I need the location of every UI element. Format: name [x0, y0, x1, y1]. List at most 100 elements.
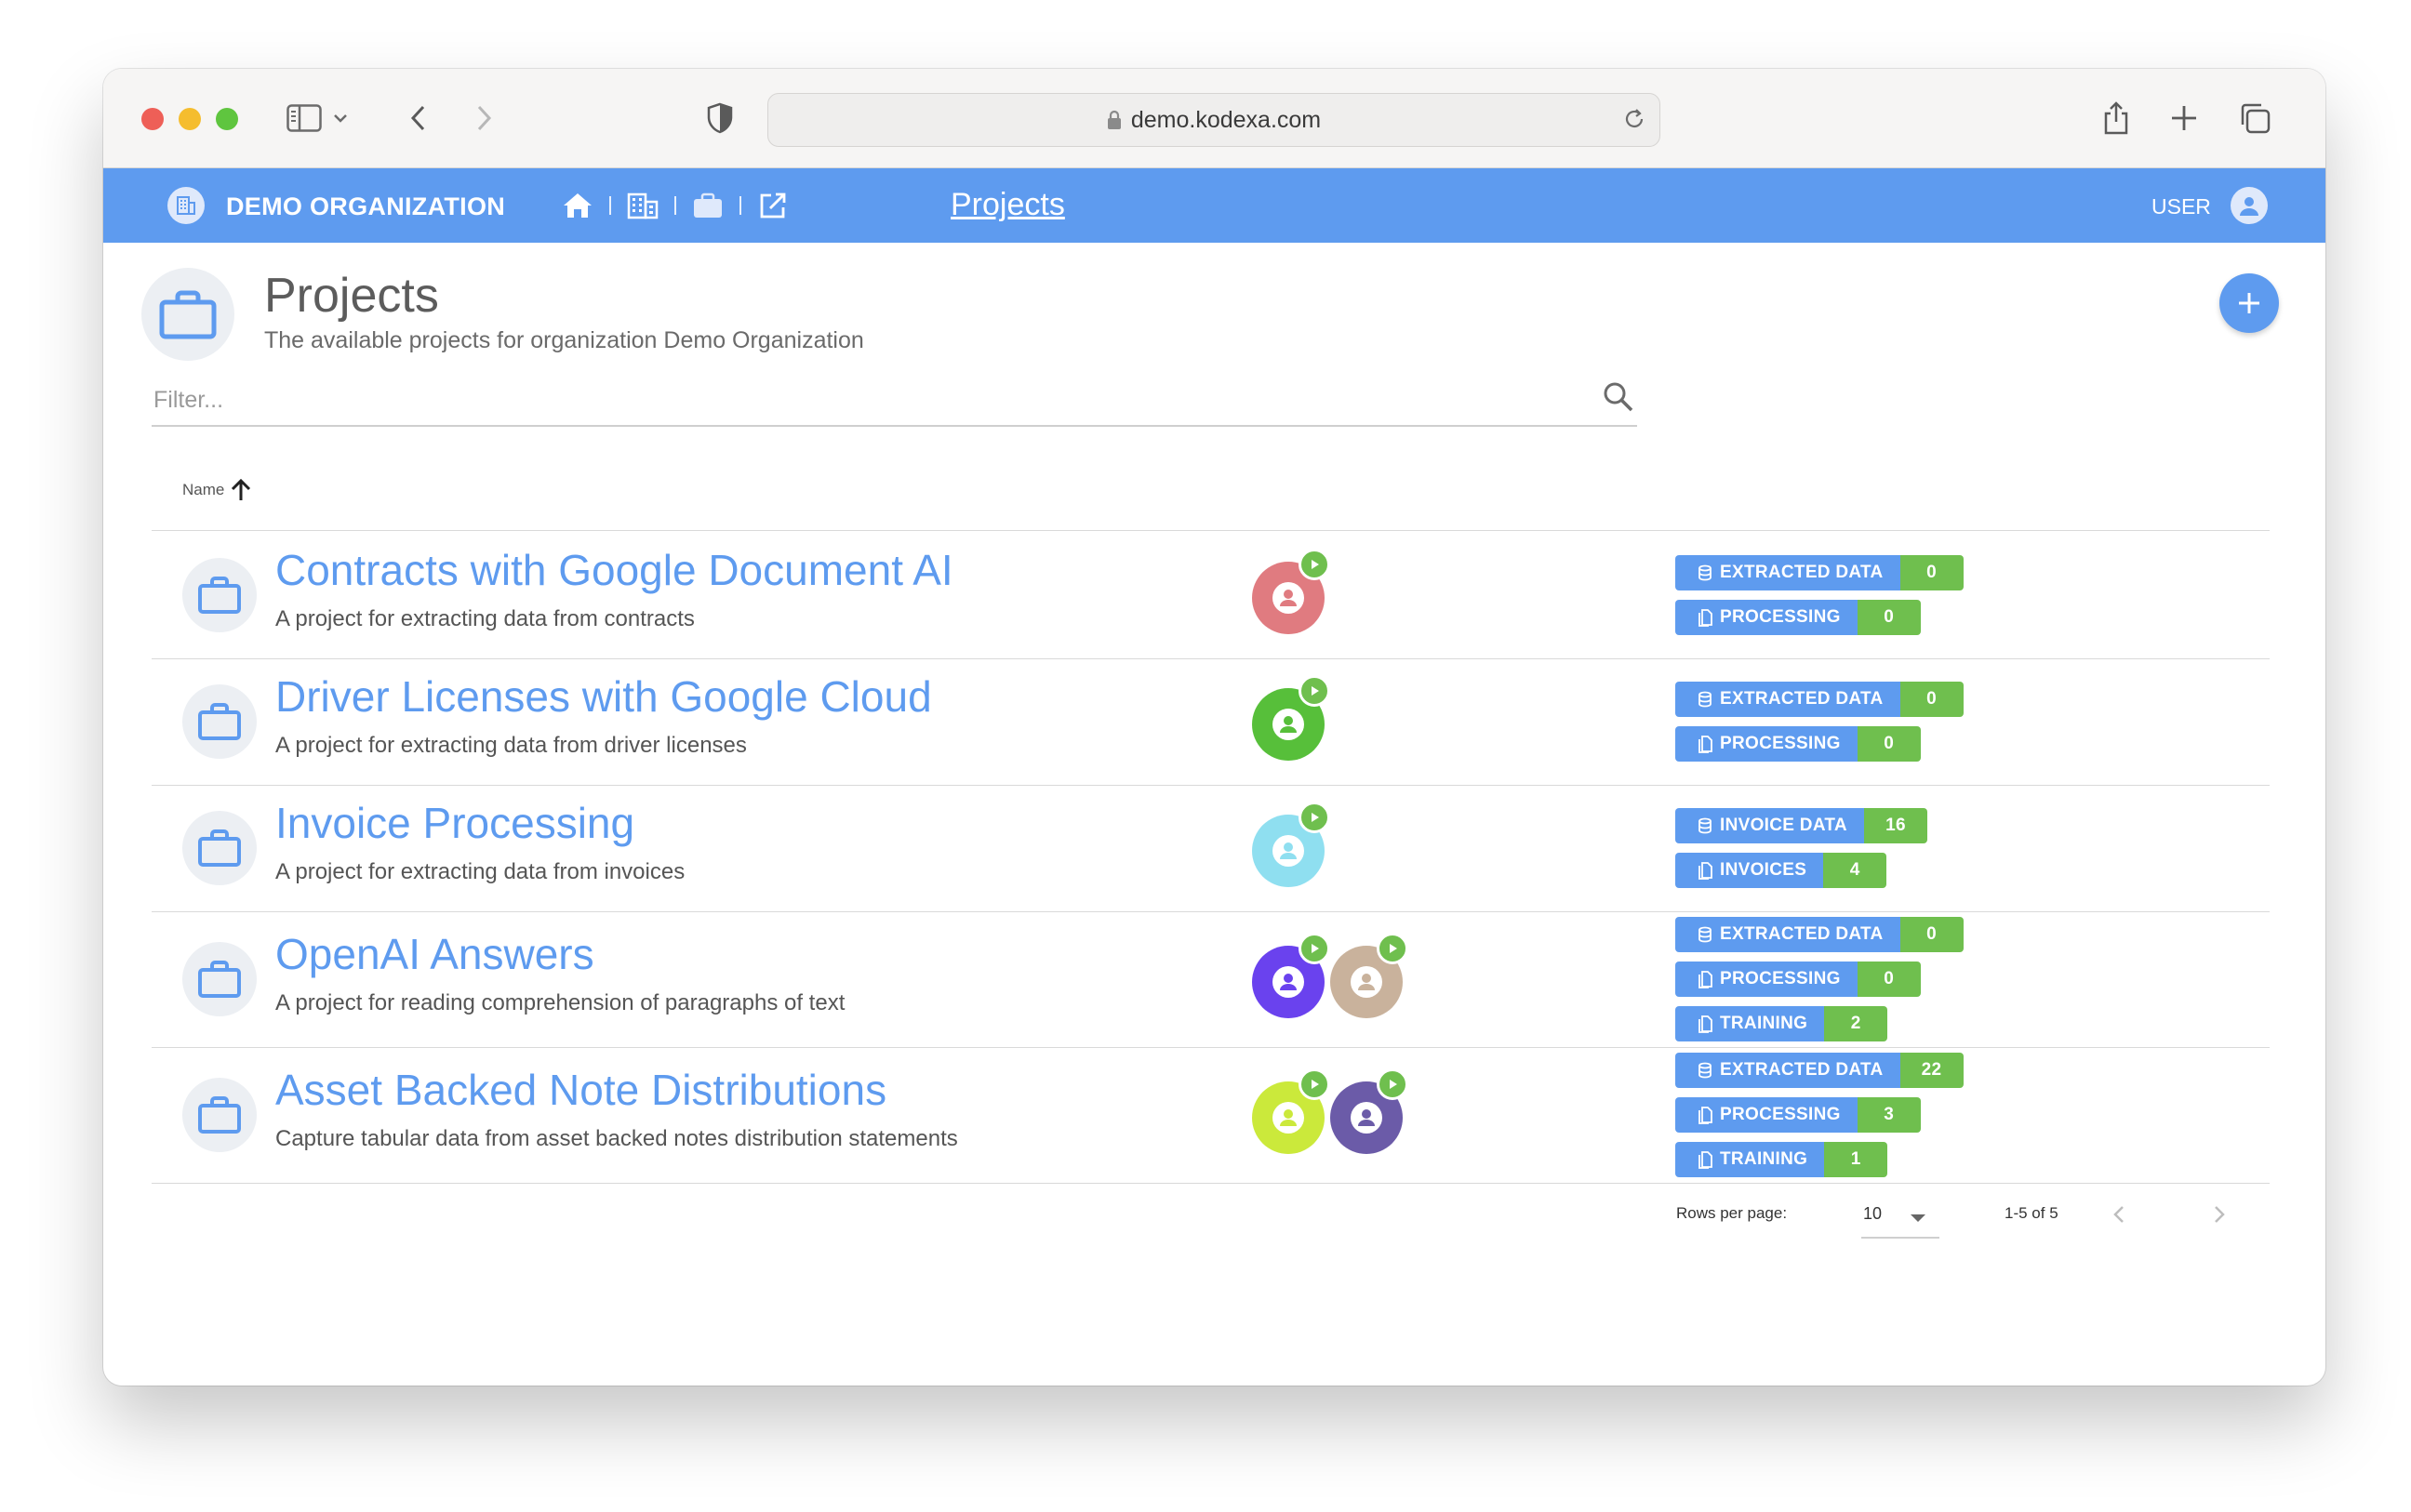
play-assistant-icon[interactable]	[1377, 933, 1408, 964]
store-count-badge[interactable]: INVOICES 4	[1675, 853, 1887, 888]
projects-header-icon	[141, 268, 234, 361]
chevron-down-icon[interactable]	[329, 97, 352, 139]
store-count-badge[interactable]: TRAINING 2	[1675, 1006, 1888, 1041]
briefcase-icon[interactable]	[689, 187, 726, 224]
badge-text: INVOICE DATA	[1720, 816, 1847, 835]
play-assistant-icon[interactable]	[1299, 933, 1330, 964]
store-count-badge[interactable]: PROCESSING 3	[1675, 1097, 1921, 1133]
search-icon[interactable]	[1602, 380, 1635, 418]
play-assistant-icon[interactable]	[1299, 1068, 1330, 1100]
browser-toolbar: demo.kodexa.com	[103, 69, 2325, 168]
project-title-link[interactable]: Driver Licenses with Google Cloud	[275, 671, 932, 722]
rows-per-page-label: Rows per page:	[1676, 1204, 1788, 1222]
store-count-badge[interactable]: PROCESSING 0	[1675, 726, 1921, 762]
back-icon[interactable]	[397, 97, 440, 139]
store-count-badge[interactable]: EXTRACTED DATA 0	[1675, 682, 1964, 717]
project-row[interactable]: Contracts with Google Document AI A proje…	[152, 532, 2270, 659]
store-count-badge[interactable]: EXTRACTED DATA 22	[1675, 1053, 1964, 1088]
badge-label: PROCESSING	[1675, 1097, 1858, 1133]
store-count-badge[interactable]: EXTRACTED DATA 0	[1675, 555, 1964, 590]
badge-count: 2	[1824, 1006, 1888, 1041]
badge-text: PROCESSING	[1720, 969, 1841, 988]
project-row[interactable]: Driver Licenses with Google Cloud A proje…	[152, 658, 2270, 786]
app-title-link[interactable]: Projects	[951, 187, 1065, 223]
reload-icon[interactable]	[1622, 107, 1646, 136]
badge-label: PROCESSING	[1675, 726, 1858, 762]
close-window-button[interactable]	[141, 108, 164, 130]
briefcase-icon	[182, 558, 257, 632]
badge-text: TRAINING	[1720, 1149, 1808, 1169]
store-count-badge[interactable]: EXTRACTED DATA 0	[1675, 917, 1964, 952]
external-link-icon[interactable]	[754, 187, 792, 224]
previous-page-icon[interactable]	[2100, 1196, 2138, 1233]
badge-label: INVOICES	[1675, 853, 1824, 888]
project-description: A project for reading comprehension of p…	[275, 990, 846, 1015]
add-project-button[interactable]	[2219, 273, 2279, 333]
document-icon	[1698, 861, 1712, 880]
organization-name[interactable]: DEMO ORGANIZATION	[226, 192, 505, 221]
caret-down-icon	[1910, 1211, 1926, 1227]
name-column-header[interactable]: Name	[182, 478, 252, 502]
sort-ascending-icon	[232, 478, 251, 500]
nav-divider	[739, 196, 741, 215]
address-bar[interactable]: demo.kodexa.com	[767, 93, 1660, 147]
organization-icon[interactable]	[167, 187, 205, 224]
badge-text: PROCESSING	[1720, 1105, 1841, 1124]
new-tab-icon[interactable]	[2163, 97, 2205, 139]
app-nav	[559, 187, 792, 224]
user-menu-label[interactable]: USER	[2151, 194, 2211, 219]
project-row[interactable]: Invoice Processing A project for extracti…	[152, 785, 2270, 912]
project-title-link[interactable]: OpenAI Answers	[275, 929, 594, 979]
next-page-icon[interactable]	[2201, 1196, 2238, 1233]
play-assistant-icon[interactable]	[1299, 675, 1330, 707]
share-icon[interactable]	[2095, 97, 2138, 139]
badge-count: 0	[1899, 917, 1964, 952]
building-icon[interactable]	[624, 187, 661, 224]
badge-count: 0	[1899, 682, 1964, 717]
badge-label: EXTRACTED DATA	[1675, 917, 1900, 952]
store-count-badge[interactable]: PROCESSING 0	[1675, 962, 1921, 997]
play-assistant-icon[interactable]	[1299, 802, 1330, 833]
project-row[interactable]: Asset Backed Note Distributions Capture t…	[152, 1047, 2270, 1184]
project-description: A project for extracting data from drive…	[275, 733, 747, 758]
document-icon	[1698, 1106, 1712, 1124]
badge-count: 0	[1899, 555, 1964, 590]
project-description: Capture tabular data from asset backed n…	[275, 1126, 958, 1151]
badge-text: EXTRACTED DATA	[1720, 563, 1884, 582]
user-avatar-icon[interactable]	[2231, 187, 2268, 224]
play-assistant-icon[interactable]	[1377, 1068, 1408, 1100]
project-title-link[interactable]: Invoice Processing	[275, 798, 634, 848]
forward-icon[interactable]	[462, 97, 505, 139]
store-count-badge[interactable]: INVOICE DATA 16	[1675, 808, 1927, 843]
rows-per-page-select[interactable]: 10	[1861, 1196, 1939, 1239]
project-title-link[interactable]: Asset Backed Note Distributions	[275, 1065, 886, 1115]
badge-text: PROCESSING	[1720, 734, 1841, 753]
shield-icon[interactable]	[699, 97, 741, 139]
database-icon	[1698, 1062, 1712, 1079]
zoom-window-button[interactable]	[216, 108, 238, 130]
badge-count: 0	[1857, 962, 1921, 997]
badge-label: PROCESSING	[1675, 962, 1858, 997]
badge-label: EXTRACTED DATA	[1675, 682, 1900, 717]
project-title-link[interactable]: Contracts with Google Document AI	[275, 545, 953, 595]
badge-label: EXTRACTED DATA	[1675, 555, 1900, 590]
project-row[interactable]: OpenAI Answers A project for reading comp…	[152, 911, 2270, 1048]
minimize-window-button[interactable]	[179, 108, 201, 130]
store-count-badge[interactable]: PROCESSING 0	[1675, 600, 1921, 635]
store-count-badge[interactable]: TRAINING 1	[1675, 1142, 1888, 1177]
home-icon[interactable]	[559, 187, 596, 224]
project-description: A project for extracting data from invoi…	[275, 859, 686, 884]
badge-count: 0	[1857, 600, 1921, 635]
badge-count: 3	[1857, 1097, 1921, 1133]
badge-text: EXTRACTED DATA	[1720, 689, 1884, 709]
database-icon	[1698, 817, 1712, 834]
nav-divider	[674, 196, 676, 215]
sidebar-toggle-icon[interactable]	[283, 97, 326, 139]
filter-input[interactable]	[152, 380, 1551, 419]
badge-label: INVOICE DATA	[1675, 808, 1864, 843]
database-icon	[1698, 564, 1712, 581]
briefcase-icon	[182, 811, 257, 885]
briefcase-icon	[182, 942, 257, 1016]
tab-overview-icon[interactable]	[2233, 97, 2276, 139]
play-assistant-icon[interactable]	[1299, 549, 1330, 580]
